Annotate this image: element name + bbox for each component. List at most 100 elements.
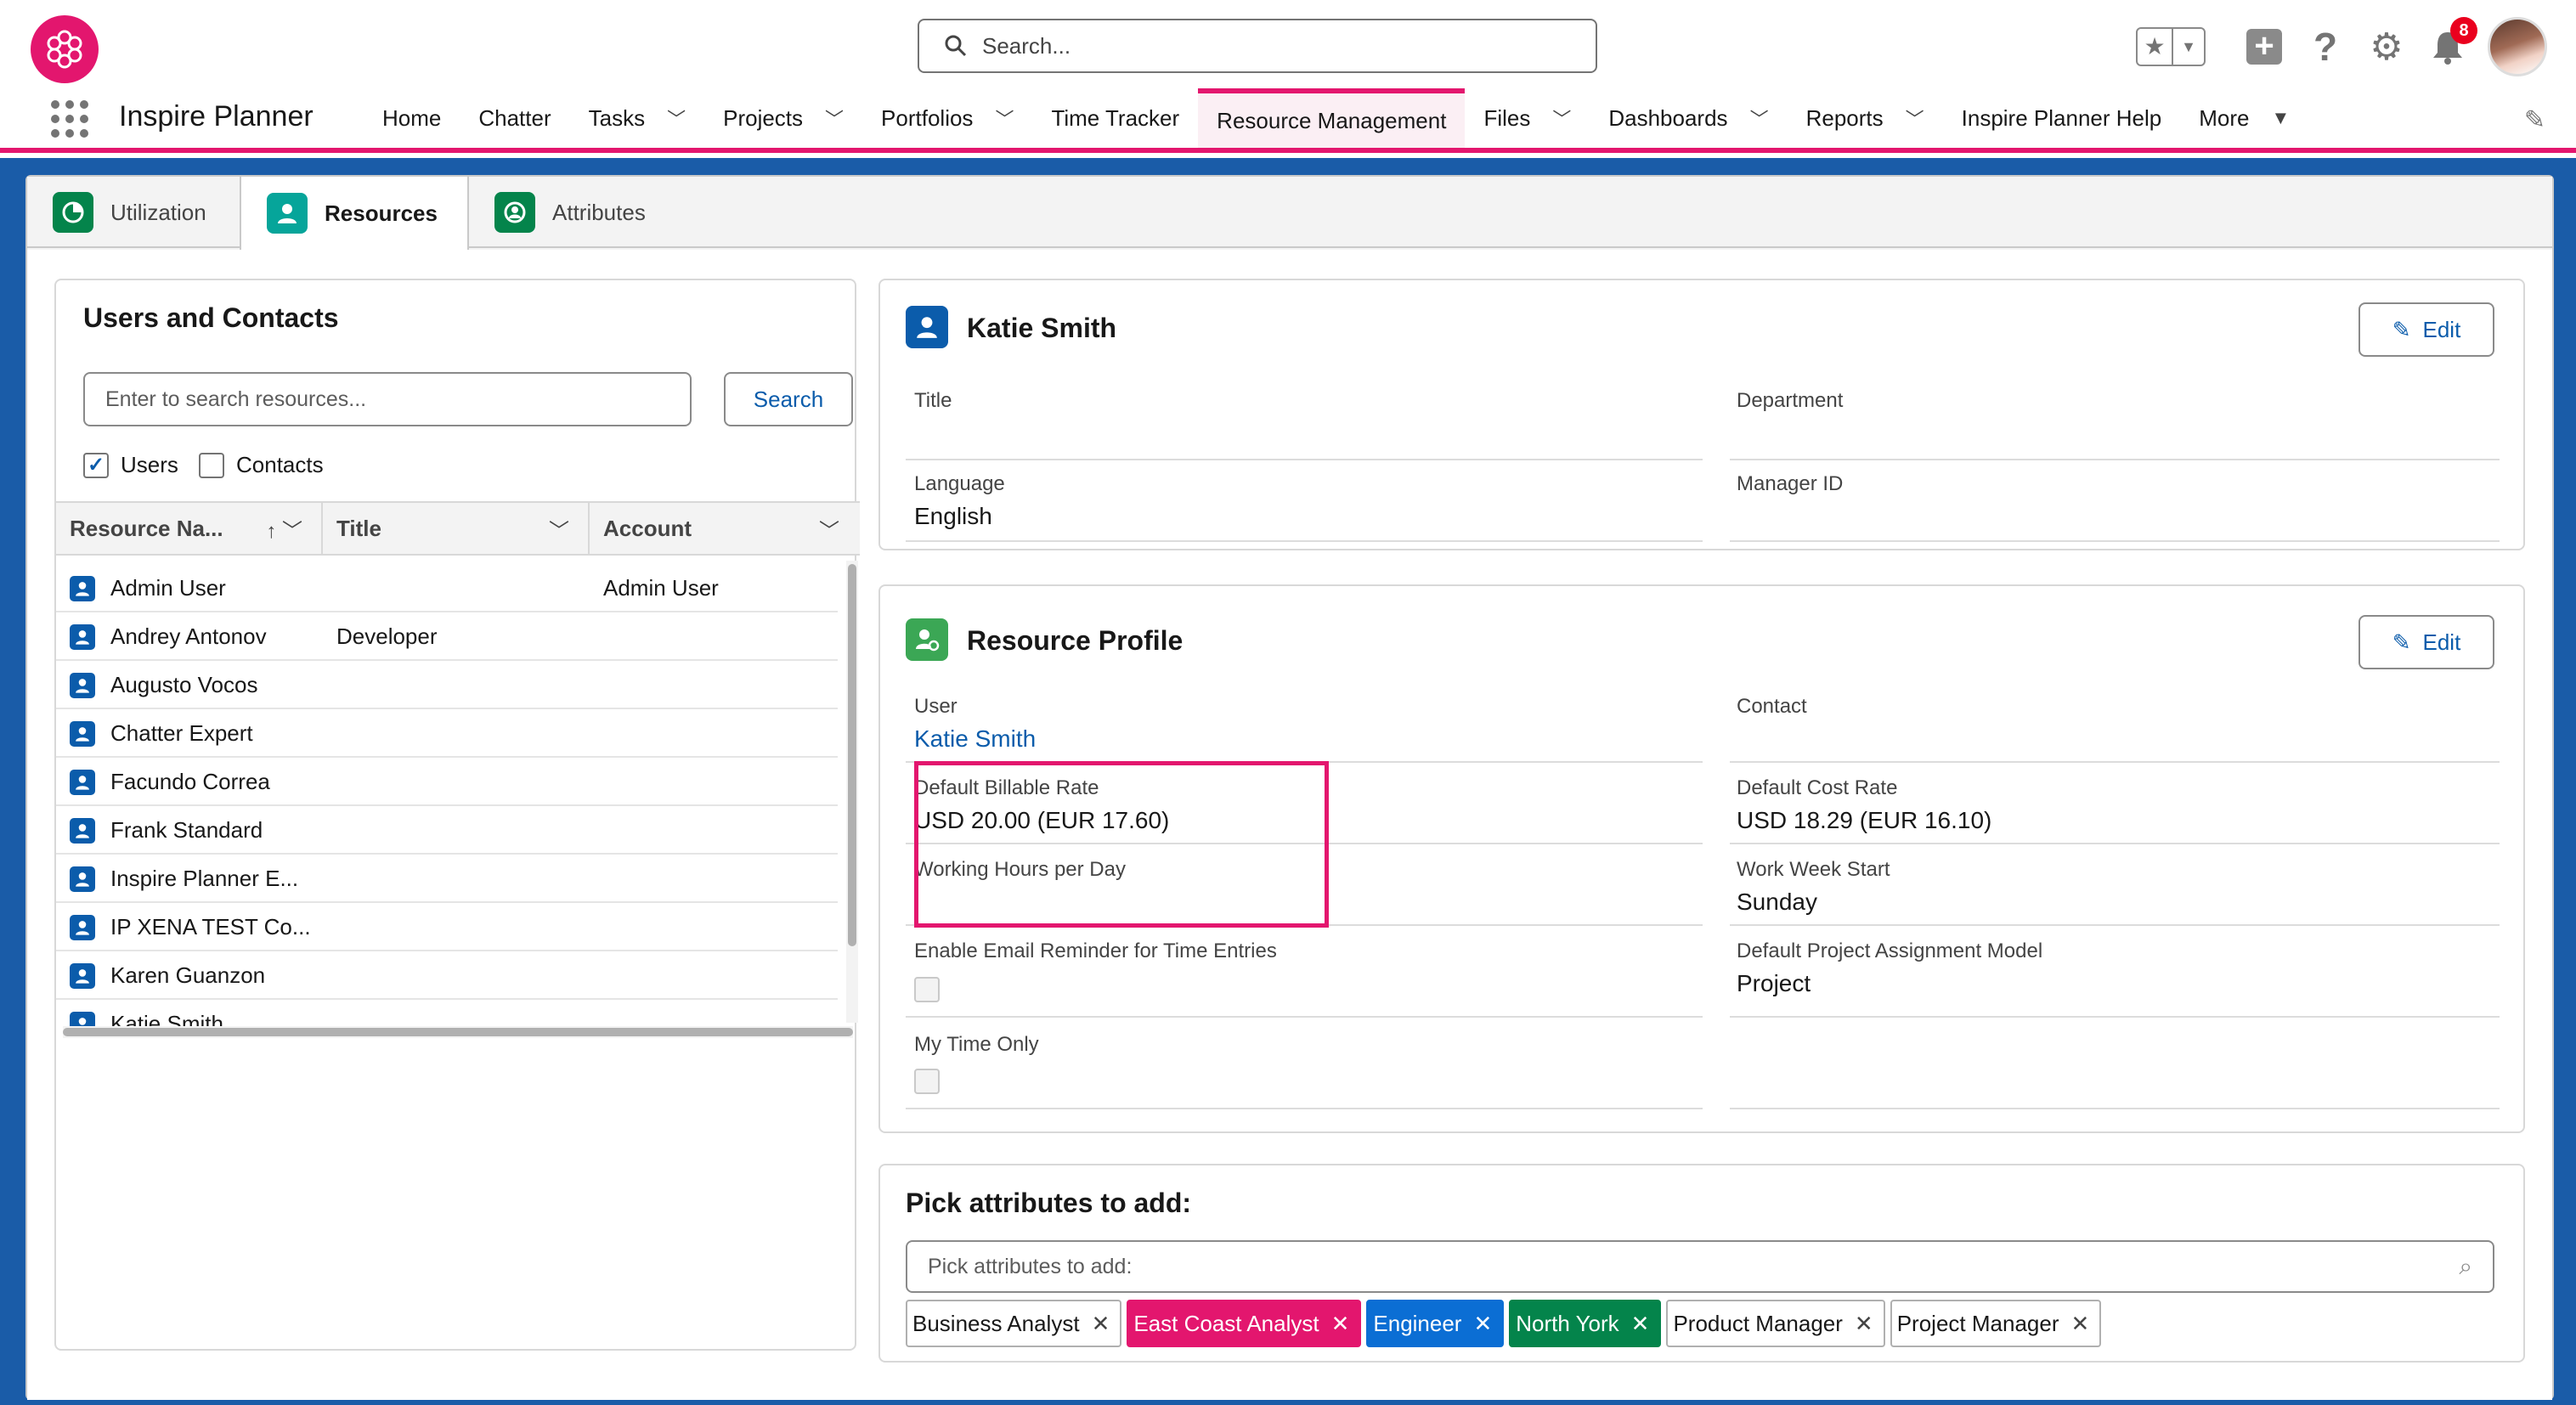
resource-name-cell[interactable]: Admin User xyxy=(110,575,314,601)
close-icon[interactable]: ✕ xyxy=(1473,1311,1492,1337)
caret-down-icon[interactable]: ▼ xyxy=(2271,107,2290,129)
nav-item-time-tracker[interactable]: Time Tracker xyxy=(1032,88,1198,148)
attribute-pill[interactable]: East Coast Analyst ✕ xyxy=(1127,1300,1362,1347)
nav-item-resource-management[interactable]: Resource Management xyxy=(1198,88,1466,148)
app-launcher-icon[interactable] xyxy=(51,100,88,138)
notifications-button[interactable]: 8 xyxy=(2426,17,2477,68)
chevron-down-icon[interactable]: ▼ xyxy=(2173,38,2204,56)
nav-item-label: Resource Management xyxy=(1217,107,1447,133)
nav-item-inspire-planner-help[interactable]: Inspire Planner Help xyxy=(1943,88,2181,148)
nav-item-home[interactable]: Home xyxy=(364,88,460,148)
column-header-title[interactable]: Title ﹀ xyxy=(323,503,590,554)
nav-item-chatter[interactable]: Chatter xyxy=(460,88,569,148)
resource-name-cell[interactable]: Facundo Correa xyxy=(110,769,314,795)
horizontal-scrollbar[interactable] xyxy=(63,1026,853,1038)
table-row[interactable]: Katie Smith xyxy=(56,1000,838,1026)
global-actions-button[interactable]: + xyxy=(2243,25,2285,68)
resource-profile-icon xyxy=(906,618,948,661)
pick-attributes-title: Pick attributes to add: xyxy=(906,1188,1192,1218)
chevron-down-icon[interactable]: ﹀ xyxy=(1552,104,1571,132)
table-row[interactable]: IP XENA TEST Co... xyxy=(56,903,838,951)
nav-item-label: Tasks xyxy=(588,104,646,131)
resource-name-cell[interactable]: Andrey Antonov xyxy=(110,624,314,650)
nav-item-tasks[interactable]: Tasks ﹀ xyxy=(570,88,704,148)
utilization-icon xyxy=(53,192,93,233)
tab-label: Utilization xyxy=(110,199,206,225)
table-row[interactable]: Facundo Correa xyxy=(56,758,838,806)
edit-profile-button[interactable]: ✎ Edit xyxy=(2359,615,2494,669)
resource-name-cell[interactable]: Katie Smith xyxy=(110,1011,314,1026)
resource-tabset: Utilization Resources Attributes Users a… xyxy=(25,175,2554,1400)
close-icon[interactable]: ✕ xyxy=(1331,1311,1350,1337)
resource-name-cell[interactable]: Frank Standard xyxy=(110,817,314,844)
search-button[interactable]: Search xyxy=(724,372,853,426)
language-value: English xyxy=(914,503,992,529)
nav-item-dashboards[interactable]: Dashboards ﹀ xyxy=(1590,88,1787,148)
resource-name-cell[interactable]: Inspire Planner E... xyxy=(110,866,314,892)
edit-user-button[interactable]: ✎ Edit xyxy=(2359,302,2494,357)
edit-nav-pencil-icon[interactable]: ✎ xyxy=(2524,105,2545,135)
global-search-placeholder: Search... xyxy=(982,32,1071,59)
users-contacts-card: Users and Contacts Enter to search resou… xyxy=(54,279,860,1351)
chevron-down-icon[interactable]: ﹀ xyxy=(667,104,686,132)
resource-name-cell[interactable]: Chatter Expert xyxy=(110,720,314,747)
table-row[interactable]: Augusto Vocos xyxy=(56,661,838,709)
setup-button[interactable]: ⚙ xyxy=(2365,25,2408,68)
resource-name-cell[interactable]: Augusto Vocos xyxy=(110,672,314,698)
attribute-pill[interactable]: North York ✕ xyxy=(1509,1300,1662,1347)
table-row[interactable]: Andrey Antonov Developer xyxy=(56,612,838,661)
pick-attributes-input[interactable]: Pick attributes to add: ⌕ xyxy=(906,1240,2494,1293)
chevron-down-icon[interactable]: ﹀ xyxy=(825,104,844,132)
tab-attributes[interactable]: Attributes xyxy=(469,177,690,248)
close-icon[interactable]: ✕ xyxy=(1631,1311,1650,1337)
vertical-scrollbar[interactable] xyxy=(846,561,858,1023)
chevron-down-icon[interactable]: ﹀ xyxy=(819,514,839,544)
pencil-icon: ✎ xyxy=(2392,629,2411,655)
help-button[interactable]: ? xyxy=(2304,25,2347,69)
close-icon[interactable]: ✕ xyxy=(1855,1311,1873,1337)
tab-label: Resources xyxy=(325,200,438,226)
table-row[interactable]: Admin User Admin User xyxy=(56,564,838,612)
user-avatar[interactable] xyxy=(2488,17,2547,76)
pick-attributes-card: Pick attributes to add: Pick attributes … xyxy=(878,1164,2525,1363)
chevron-down-icon[interactable]: ﹀ xyxy=(1906,104,1924,132)
nav-item-files[interactable]: Files ﹀ xyxy=(1465,88,1590,148)
table-row[interactable]: Frank Standard xyxy=(56,806,838,855)
column-header-resource-name[interactable]: Resource Na... ↑ ﹀ xyxy=(56,503,323,554)
column-header-account[interactable]: Account ﹀ xyxy=(590,503,858,554)
default-cost-rate-label: Default Cost Rate xyxy=(1737,776,1898,799)
table-row[interactable]: Karen Guanzon xyxy=(56,951,838,1000)
sort-ascending-icon[interactable]: ↑ ﹀ xyxy=(266,514,302,544)
user-icon xyxy=(70,770,95,795)
users-filter-checkbox[interactable]: ✓ Users xyxy=(83,452,178,478)
nav-item-more[interactable]: More ▼ xyxy=(2180,88,2308,148)
nav-item-projects[interactable]: Projects ﹀ xyxy=(704,88,862,148)
resource-search-input[interactable]: Enter to search resources... xyxy=(83,372,692,426)
resource-name-cell[interactable]: IP XENA TEST Co... xyxy=(110,914,314,940)
attribute-pill[interactable]: Project Manager ✕ xyxy=(1890,1300,2102,1347)
gear-icon: ⚙ xyxy=(2370,25,2404,68)
table-row[interactable]: Inspire Planner E... xyxy=(56,855,838,903)
close-icon[interactable]: ✕ xyxy=(2070,1311,2089,1337)
favorites-button[interactable]: ★ ▼ xyxy=(2136,27,2206,66)
app-logo-icon[interactable] xyxy=(31,15,99,83)
attribute-pill[interactable]: Product Manager ✕ xyxy=(1666,1300,1885,1347)
close-icon[interactable]: ✕ xyxy=(1092,1311,1110,1337)
chevron-down-icon[interactable]: ﹀ xyxy=(995,104,1014,132)
pill-label: Engineer xyxy=(1373,1310,1462,1336)
chevron-down-icon[interactable]: ﹀ xyxy=(1750,104,1769,132)
tab-resources[interactable]: Resources xyxy=(240,177,469,250)
tab-utilization[interactable]: Utilization xyxy=(27,177,240,248)
nav-item-reports[interactable]: Reports ﹀ xyxy=(1788,88,1943,148)
global-search-input[interactable]: Search... xyxy=(918,19,1597,73)
account-cell: Admin User xyxy=(603,575,719,601)
contacts-filter-checkbox[interactable]: Contacts xyxy=(199,452,324,478)
nav-item-portfolios[interactable]: Portfolios ﹀ xyxy=(862,88,1032,148)
user-link[interactable]: Katie Smith xyxy=(914,725,1036,753)
attribute-pill[interactable]: Engineer ✕ xyxy=(1366,1300,1505,1347)
chevron-down-icon[interactable]: ﹀ xyxy=(549,514,569,544)
nav-item-label: Files xyxy=(1483,104,1531,131)
table-row[interactable]: Chatter Expert xyxy=(56,709,838,758)
resource-name-cell[interactable]: Karen Guanzon xyxy=(110,962,314,989)
attribute-pill[interactable]: Business Analyst ✕ xyxy=(906,1300,1122,1347)
